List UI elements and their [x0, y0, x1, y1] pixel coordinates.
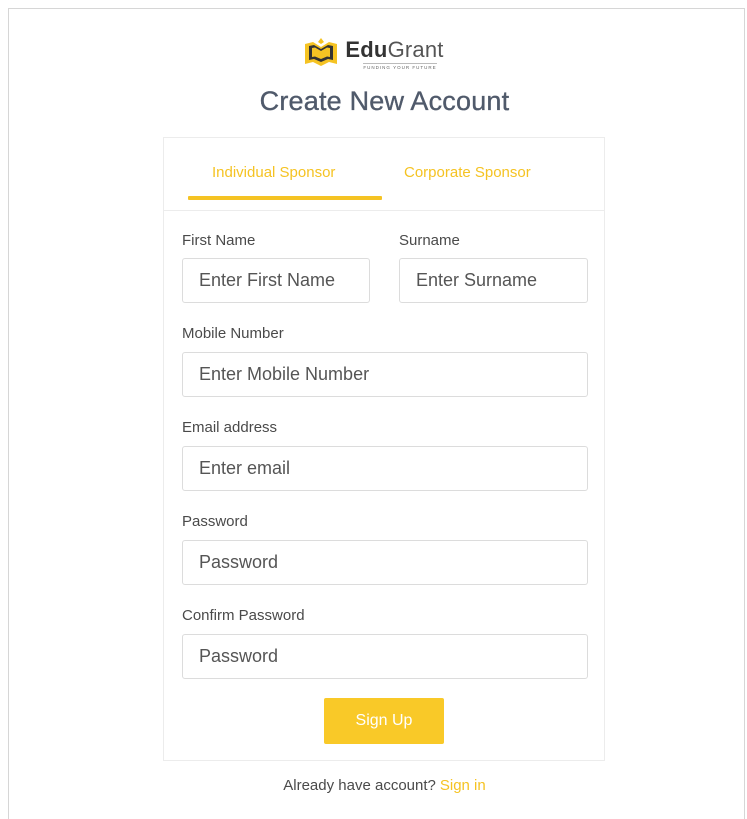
mobile-number-label: Mobile Number — [182, 325, 284, 342]
active-tab-indicator — [188, 196, 382, 200]
surname-label: Surname — [399, 232, 460, 249]
surname-input[interactable] — [399, 258, 588, 303]
confirm-password-input[interactable] — [182, 634, 588, 679]
confirm-password-label: Confirm Password — [182, 607, 305, 624]
brand-name-light: Grant — [387, 37, 444, 62]
open-book-icon — [305, 38, 338, 66]
sign-in-link[interactable]: Sign in — [440, 777, 486, 794]
password-label: Password — [182, 513, 248, 530]
email-input[interactable] — [182, 446, 588, 491]
first-name-label: First Name — [182, 232, 256, 249]
tab-individual-sponsor[interactable]: Individual Sponsor — [212, 164, 335, 181]
signin-prompt: Already have account? Sign in — [0, 777, 747, 794]
mobile-number-input[interactable] — [182, 352, 588, 397]
first-name-input[interactable] — [182, 258, 370, 303]
signup-card: Individual Sponsor Corporate Sponsor Fir… — [163, 137, 605, 761]
brand-logo: EduGrant FUNDING YOUR FUTURE — [0, 38, 747, 70]
password-input[interactable] — [182, 540, 588, 585]
sign-up-button[interactable]: Sign Up — [324, 698, 444, 744]
email-label: Email address — [182, 419, 278, 436]
brand-name: EduGrant — [345, 38, 443, 62]
sponsor-tabs: Individual Sponsor Corporate Sponsor — [164, 138, 604, 211]
brand-wordmark: EduGrant FUNDING YOUR FUTURE — [345, 38, 443, 71]
page-title: Create New Account — [259, 86, 510, 116]
tab-corporate-sponsor[interactable]: Corporate Sponsor — [404, 164, 531, 181]
signin-prompt-text: Already have account? — [283, 777, 436, 794]
brand-tagline: FUNDING YOUR FUTURE — [363, 63, 437, 70]
brand-logo-inner: EduGrant FUNDING YOUR FUTURE — [303, 38, 443, 70]
brand-name-bold: Edu — [345, 37, 388, 62]
